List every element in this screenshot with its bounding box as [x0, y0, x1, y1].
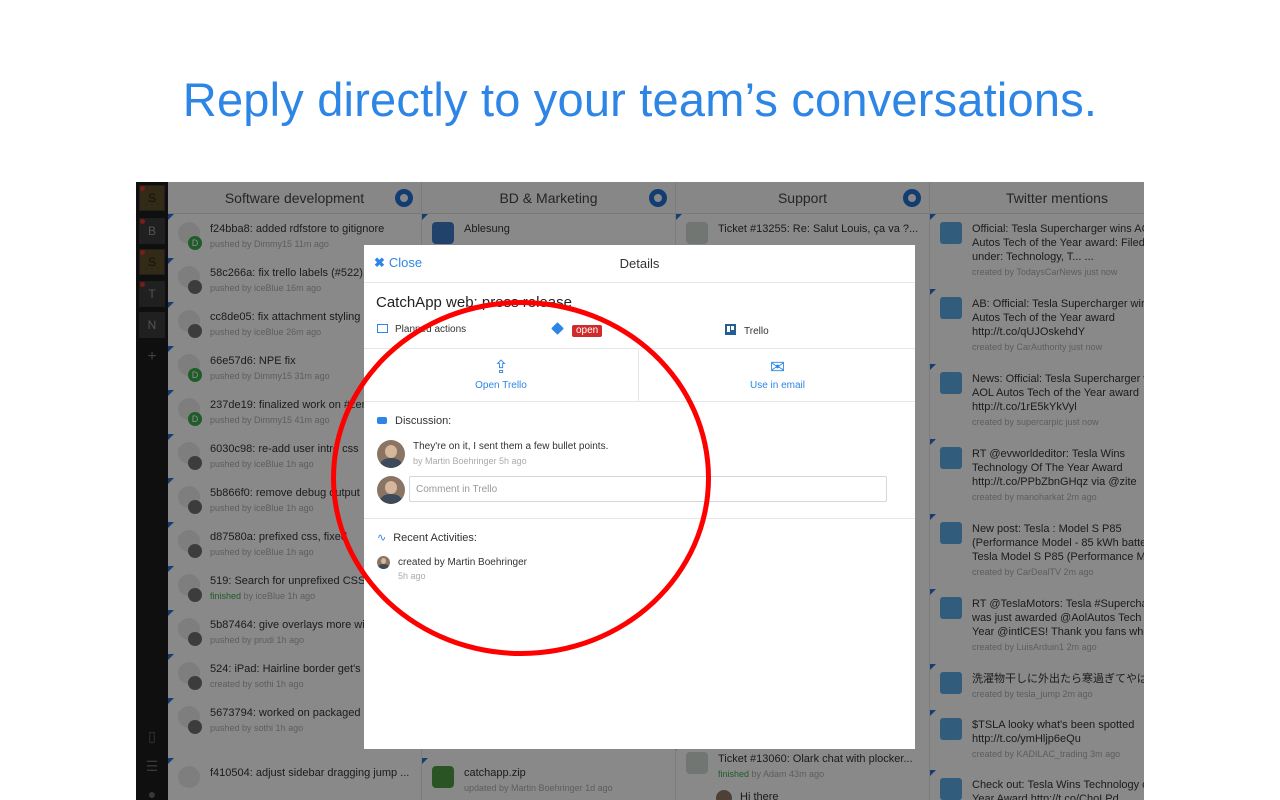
trello-icon: [725, 324, 736, 335]
headline: Reply directly to your team’s conversati…: [182, 73, 1098, 126]
inbox-icon: [377, 324, 388, 333]
envelope-icon: ✉: [769, 357, 786, 377]
dialog-header: ✖ Close Details: [364, 245, 915, 283]
highlight-circle: [331, 300, 711, 656]
source-name: Trello: [744, 326, 769, 337]
use-in-email-label: Use in email: [749, 380, 806, 391]
dialog-title: Details: [619, 256, 660, 271]
card-source: Trello: [725, 324, 769, 340]
